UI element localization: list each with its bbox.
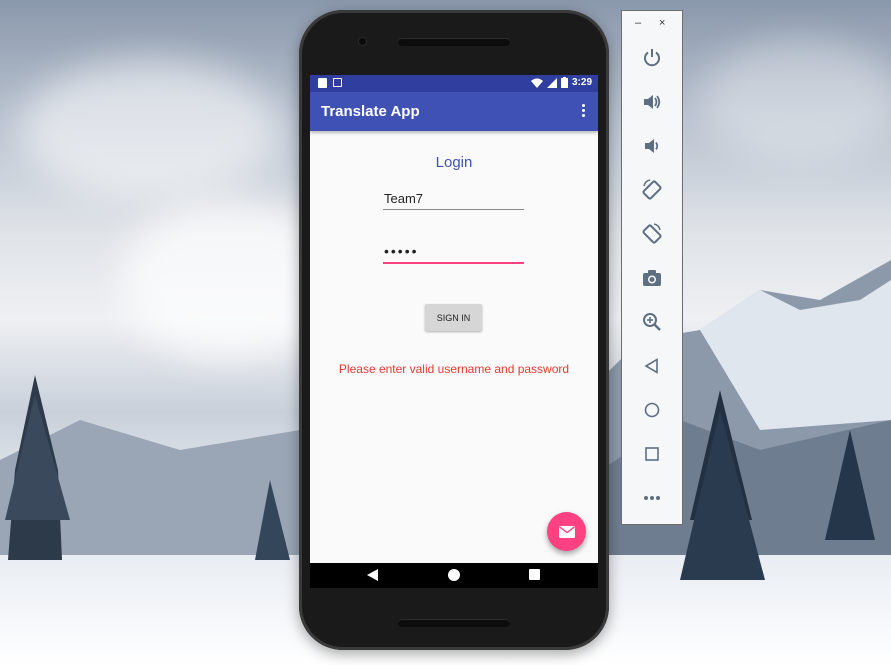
device-frame: 3:29 Translate App Login SIGN IN Please … — [299, 10, 609, 650]
power-icon — [644, 49, 660, 67]
volume-up-button[interactable] — [639, 89, 665, 115]
wifi-icon — [530, 78, 543, 88]
overview-icon — [645, 447, 659, 461]
email-icon — [558, 525, 575, 538]
emulator-toolbar: – × — [621, 10, 683, 525]
rotate-left-icon — [642, 179, 662, 200]
bottom-speaker — [398, 619, 510, 627]
nav-recents-icon[interactable] — [529, 569, 540, 580]
volume-up-icon — [644, 95, 661, 109]
overview-button[interactable] — [639, 441, 665, 467]
rotate-right-button[interactable] — [639, 221, 665, 247]
signal-icon — [546, 77, 557, 88]
navigation-bar — [310, 563, 598, 588]
password-field[interactable] — [383, 243, 524, 264]
sign-in-button[interactable]: SIGN IN — [425, 304, 482, 331]
nav-home-icon[interactable] — [448, 569, 460, 581]
status-time: 3:29 — [571, 77, 592, 88]
rotate-left-button[interactable] — [639, 177, 665, 203]
home-icon — [644, 402, 660, 418]
earpiece-speaker — [398, 38, 510, 46]
back-button[interactable] — [639, 353, 665, 379]
power-button[interactable] — [639, 45, 665, 71]
zoom-icon — [643, 313, 661, 331]
back-icon — [644, 358, 658, 374]
more-button[interactable] — [639, 485, 665, 511]
username-field[interactable] — [383, 191, 524, 210]
front-camera — [359, 38, 366, 45]
close-button[interactable]: × — [659, 17, 665, 29]
error-message: Please enter valid username and password — [338, 362, 570, 376]
zoom-button[interactable] — [639, 309, 665, 335]
nav-back-icon[interactable] — [367, 569, 378, 581]
rotate-right-icon — [642, 223, 662, 244]
screenshot-button[interactable] — [639, 265, 665, 291]
sd-card-icon — [318, 78, 327, 88]
status-bar: 3:29 — [310, 75, 598, 92]
overflow-menu-icon[interactable] — [582, 104, 586, 120]
login-heading: Login — [435, 154, 473, 171]
volume-down-button[interactable] — [639, 133, 665, 159]
notification-a-icon — [333, 78, 342, 87]
app-bar: Translate App — [310, 92, 598, 131]
email-fab[interactable] — [547, 512, 586, 551]
home-button[interactable] — [639, 397, 665, 423]
camera-icon — [643, 270, 661, 286]
app-title: Translate App — [321, 103, 420, 120]
device-screen: 3:29 Translate App Login SIGN IN Please … — [310, 75, 598, 588]
volume-down-icon — [645, 139, 659, 153]
battery-icon — [560, 77, 568, 88]
more-icon — [644, 496, 660, 500]
minimize-button[interactable]: – — [635, 17, 641, 29]
